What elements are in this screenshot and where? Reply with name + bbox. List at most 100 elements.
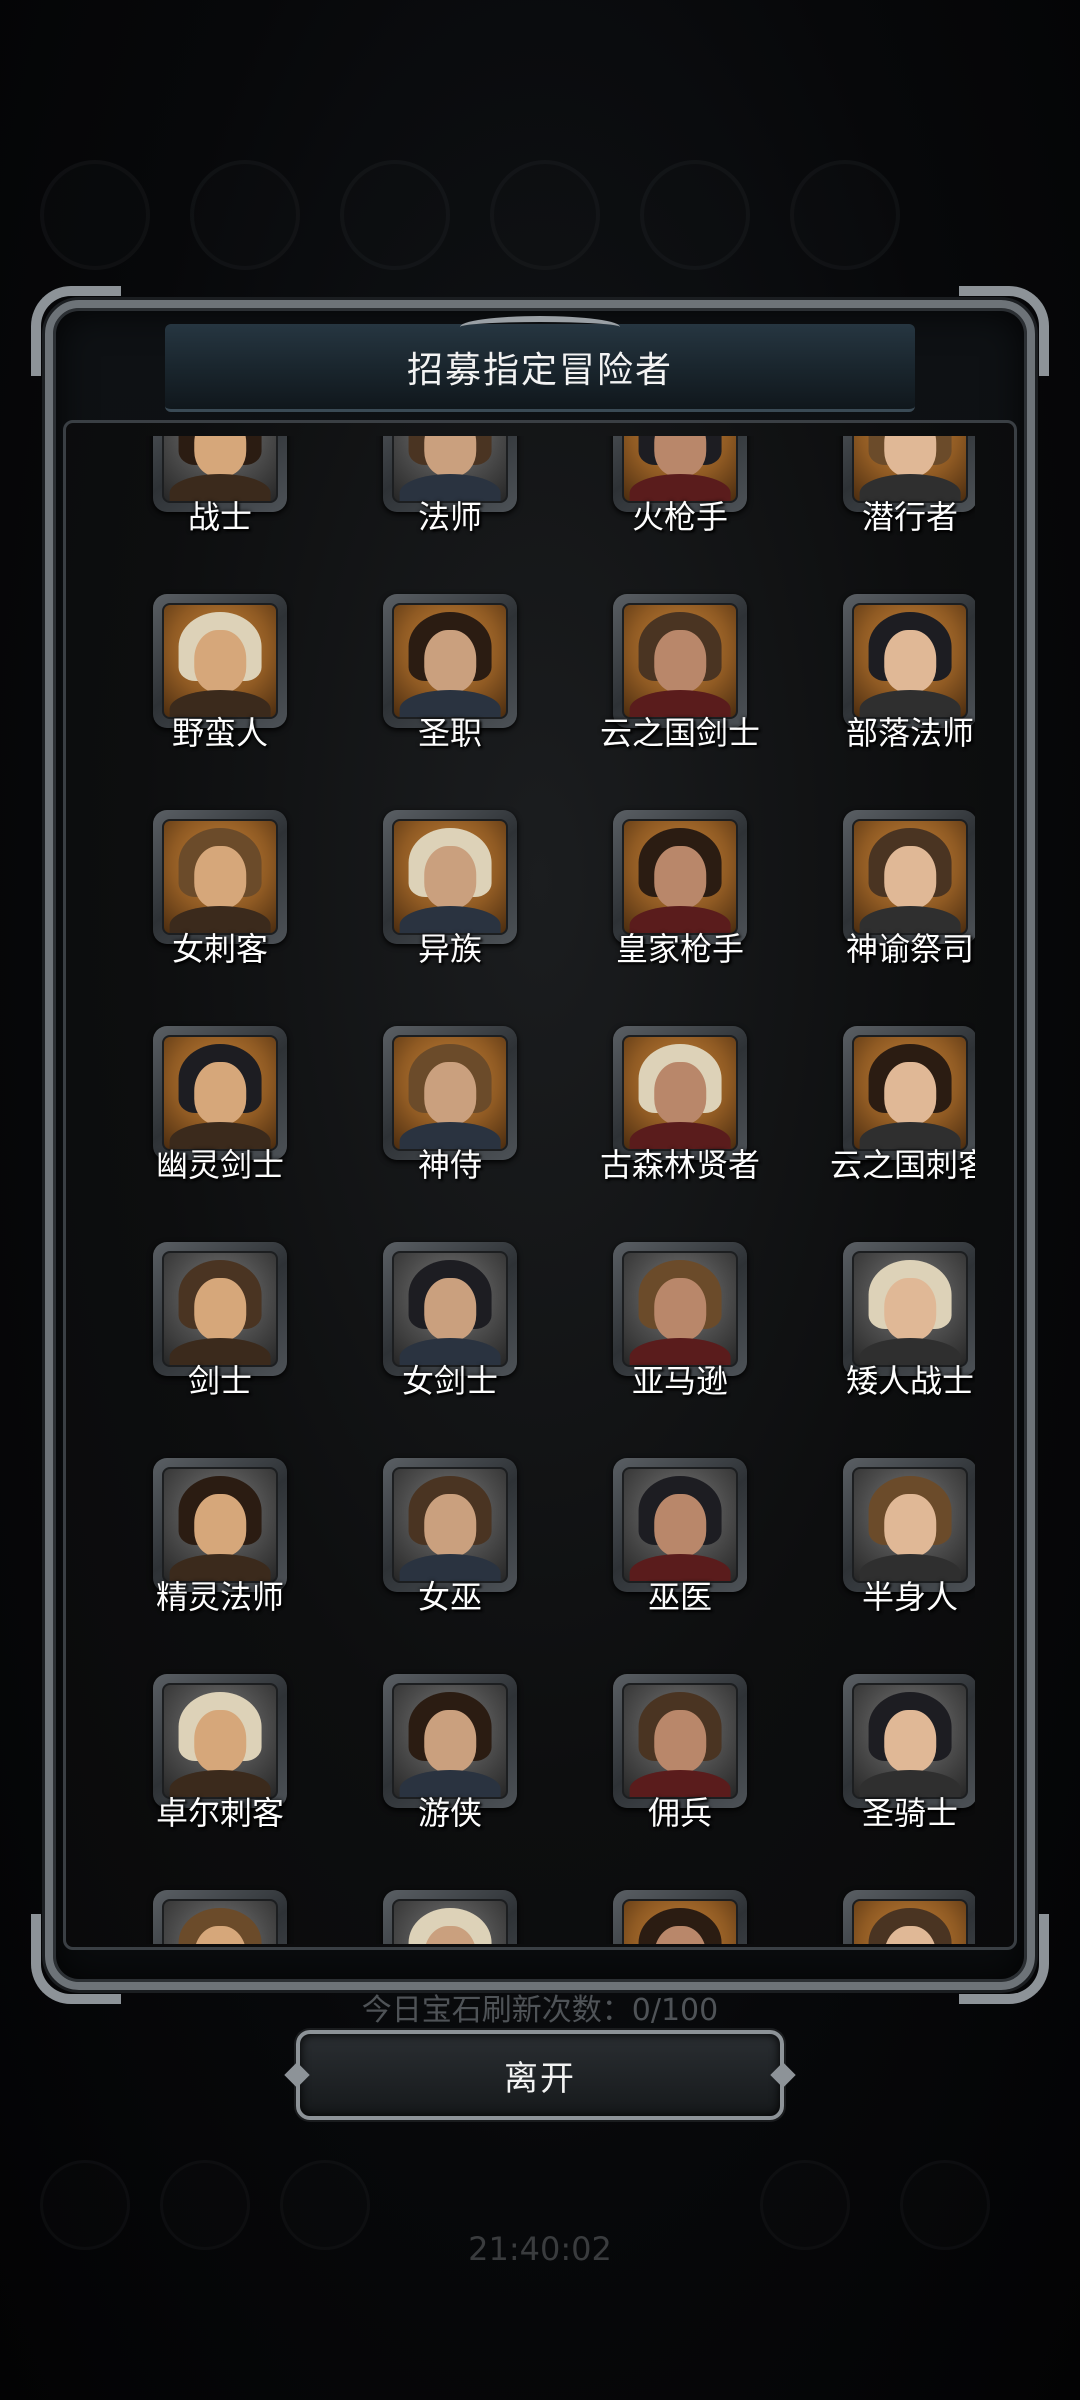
adventurer-card[interactable]: 女刺客	[105, 810, 335, 1010]
adventurer-portrait-frame	[383, 1890, 517, 1944]
adventurer-card[interactable]	[795, 1890, 975, 1944]
adventurer-card[interactable]: 云之国剑士	[565, 594, 795, 794]
background-slot-icon	[40, 160, 150, 270]
adventurer-name: 亚马逊	[631, 1362, 728, 1400]
adventurer-card[interactable]: 幽灵剑士	[105, 1026, 335, 1226]
adventurer-portrait-icon	[392, 1035, 508, 1151]
adventurer-portrait-icon	[852, 1467, 968, 1583]
adventurer-name: 云之国刺客	[829, 1146, 975, 1184]
adventurer-portrait-icon	[392, 1899, 508, 1944]
portrait-face-shape	[424, 845, 476, 909]
adventurer-portrait-icon	[852, 1683, 968, 1799]
adventurer-card[interactable]: 亚马逊	[565, 1242, 795, 1442]
portrait-face-shape	[654, 1277, 706, 1341]
adventurer-card[interactable]: 卓尔刺客	[105, 1674, 335, 1874]
frame-corner-ornament	[959, 286, 1049, 376]
adventurer-card[interactable]: 神谕祭司	[795, 810, 975, 1010]
adventurer-portrait-frame	[843, 1890, 975, 1944]
adventurer-name: 矮人战士	[845, 1362, 974, 1400]
portrait-face-shape	[654, 845, 706, 909]
adventurer-name: 卓尔刺客	[155, 1794, 284, 1832]
adventurer-name: 佣兵	[647, 1794, 712, 1832]
background-slot-icon	[790, 160, 900, 270]
adventurer-name: 野蛮人	[171, 714, 268, 752]
adventurer-card[interactable]	[105, 1890, 335, 1944]
background-clock: 21:40:02	[468, 2230, 612, 2268]
exit-button[interactable]: 离开	[284, 2030, 796, 2120]
gem-refresh-count: 今日宝石刷新次数：0/100	[361, 1993, 719, 2028]
adventurer-card[interactable]: 战士	[105, 436, 335, 578]
adventurer-portrait-icon	[622, 1899, 738, 1944]
adventurer-card[interactable]	[335, 1890, 565, 1944]
adventurer-portrait-icon	[392, 603, 508, 719]
recruit-dialog: 招募指定冒险者 战士 法师 火枪手 潜行者野蛮人 圣职 云之国剑士 部落法师女刺客 异族 皇家枪…	[31, 286, 1049, 2004]
adventurer-card[interactable]: 部落法师	[795, 594, 975, 794]
adventurer-name: 皇家枪手	[615, 930, 744, 968]
adventurer-portrait-icon	[162, 1683, 278, 1799]
background-slot-icon	[340, 160, 450, 270]
adventurer-portrait-icon	[162, 1251, 278, 1367]
adventurer-card[interactable]: 皇家枪手	[565, 810, 795, 1010]
adventurer-portrait-icon	[392, 1683, 508, 1799]
adventurer-card[interactable]	[565, 1890, 795, 1944]
adventurer-card[interactable]: 女巫	[335, 1458, 565, 1658]
adventurer-card[interactable]: 矮人战士	[795, 1242, 975, 1442]
adventurer-portrait-icon	[162, 819, 278, 935]
adventurer-card[interactable]: 佣兵	[565, 1674, 795, 1874]
adventurer-name: 女刺客	[171, 930, 268, 968]
adventurer-card[interactable]: 巫医	[565, 1458, 795, 1658]
portrait-face-shape	[884, 845, 936, 909]
adventurer-card[interactable]: 异族	[335, 810, 565, 1010]
adventurer-card[interactable]: 圣职	[335, 594, 565, 794]
adventurer-portrait-icon	[162, 1467, 278, 1583]
adventurer-card[interactable]: 潜行者	[795, 436, 975, 578]
adventurer-name: 异族	[417, 930, 482, 968]
portrait-face-shape	[194, 1493, 246, 1557]
adventurer-card[interactable]: 野蛮人	[105, 594, 335, 794]
adventurer-name: 圣骑士	[861, 1794, 958, 1832]
adventurer-portrait-icon	[852, 1251, 968, 1367]
adventurer-portrait-icon	[852, 819, 968, 935]
adventurer-name: 神侍	[417, 1146, 482, 1184]
adventurer-name: 女剑士	[401, 1362, 498, 1400]
portrait-face-shape	[884, 1277, 936, 1341]
title-ornament-icon	[460, 316, 620, 338]
adventurer-card[interactable]: 游侠	[335, 1674, 565, 1874]
adventurer-name: 幽灵剑士	[155, 1146, 284, 1184]
adventurer-portrait-icon	[392, 819, 508, 935]
portrait-face-shape	[194, 1061, 246, 1125]
portrait-face-shape	[424, 436, 476, 477]
adventurer-name: 半身人	[861, 1578, 958, 1616]
adventurer-card[interactable]: 法师	[335, 436, 565, 578]
adventurer-card[interactable]: 古森林贤者	[565, 1026, 795, 1226]
adventurer-portrait-frame	[613, 1890, 747, 1944]
adventurer-portrait-icon	[852, 1035, 968, 1151]
adventurer-card[interactable]: 云之国刺客	[795, 1026, 975, 1226]
adventurer-name: 部落法师	[845, 714, 974, 752]
adventurer-card[interactable]: 火枪手	[565, 436, 795, 578]
adventurer-card[interactable]: 圣骑士	[795, 1674, 975, 1874]
dialog-title-bar: 招募指定冒险者	[165, 316, 915, 412]
adventurer-card[interactable]: 剑士	[105, 1242, 335, 1442]
adventurer-portrait-icon	[622, 603, 738, 719]
portrait-face-shape	[424, 629, 476, 693]
adventurer-portrait-icon	[622, 1467, 738, 1583]
adventurer-name: 战士	[187, 498, 252, 536]
adventurer-portrait-icon	[852, 603, 968, 719]
portrait-face-shape	[884, 436, 936, 477]
adventurer-card[interactable]: 女剑士	[335, 1242, 565, 1442]
portrait-face-shape	[424, 1493, 476, 1557]
background-slot-icon	[640, 160, 750, 270]
adventurer-portrait-frame	[153, 1890, 287, 1944]
adventurer-grid-scroll[interactable]: 战士 法师 火枪手 潜行者野蛮人 圣职 云之国剑士 部落法师女刺客 异族 皇家枪手 神谕祭司幽灵剑…	[105, 436, 975, 1944]
adventurer-name: 剑士	[187, 1362, 252, 1400]
portrait-face-shape	[884, 1061, 936, 1125]
adventurer-card[interactable]: 半身人	[795, 1458, 975, 1658]
adventurer-portrait-icon	[622, 1035, 738, 1151]
portrait-face-shape	[884, 1493, 936, 1557]
adventurer-name: 古森林贤者	[599, 1146, 760, 1184]
adventurer-card[interactable]: 神侍	[335, 1026, 565, 1226]
portrait-face-shape	[194, 845, 246, 909]
adventurer-card[interactable]: 精灵法师	[105, 1458, 335, 1658]
portrait-face-shape	[654, 1061, 706, 1125]
